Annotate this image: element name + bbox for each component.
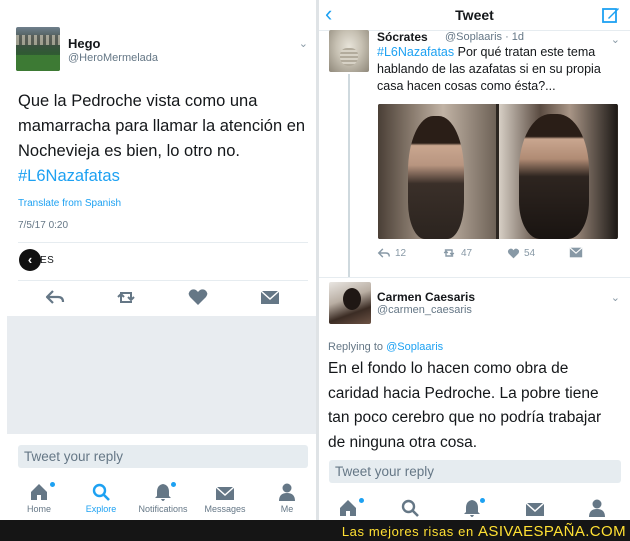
tab-label: Notifications [138,504,188,514]
chevron-down-icon[interactable]: ⌄ [611,291,620,304]
tab-notifications[interactable]: Notifications [128,480,198,514]
tab-notifications[interactable] [437,496,507,518]
bell-icon [128,480,198,502]
compose-icon[interactable] [602,6,620,24]
author-handle[interactable]: @HeroMermelada [68,52,158,64]
tab-label: Messages [204,504,246,514]
dm-action[interactable] [569,247,583,258]
tweet-photo[interactable] [378,104,618,239]
reply-input[interactable]: Tweet your reply [329,460,621,483]
left-screenshot: Hego @HeroMermelada ⌄ Que la Pedroche vi… [0,0,316,520]
envelope-icon [190,480,260,502]
avatar[interactable] [329,30,369,72]
watermark-banner: Las mejores risas en ASIVAESPAÑA.COM [0,520,630,541]
author-handle[interactable]: @carmen_caesaris [377,304,472,316]
tweet-text: Que la Pedroche vista como una mamarrach… [18,89,310,189]
avatar[interactable] [16,27,60,71]
reply-icon[interactable] [43,285,67,309]
retweet-icon[interactable] [114,285,138,309]
retweet-count: 47 [461,247,473,259]
like-action[interactable]: 54 [507,247,535,259]
divider [18,280,308,281]
tab-messages[interactable] [500,496,570,518]
photo-left [378,104,496,239]
search-icon [66,480,136,502]
reply-text: En el fondo lo hacen como obra de carida… [328,360,602,451]
author-name[interactable]: Hego [68,36,101,51]
tab-home[interactable]: Home [4,480,74,514]
envelope-icon[interactable] [258,285,282,309]
notification-dot [359,498,364,503]
bottom-tab-bar [319,496,630,520]
author-handle[interactable]: @Soplaaris · 1d [445,31,524,43]
like-count: 54 [524,247,536,259]
notification-dot [171,482,176,487]
notification-dot [480,498,485,503]
translate-link[interactable]: Translate from Spanish [18,198,121,209]
person-icon [562,496,630,518]
tweet-timestamp: 7/5/17 0:20 [18,220,69,231]
tab-messages[interactable]: Messages [190,480,260,514]
replying-to: Replying to @Soplaaris [328,341,443,353]
notification-dot [50,482,55,487]
replying-to-link[interactable]: @Soplaaris [386,341,443,353]
likes-count-label[interactable]: ES [40,255,54,266]
tab-label: Explore [85,504,117,514]
heart-icon[interactable] [186,285,210,309]
envelope-icon [569,247,583,258]
replying-prefix: Replying to [328,341,384,353]
tweet-actions: 12 47 54 [377,247,623,265]
author-name[interactable]: Sócrates [377,30,428,44]
tab-me[interactable] [562,496,630,518]
person-icon [252,480,316,502]
reply-icon [377,248,390,258]
right-screenshot: ‹ Tweet Sócrates @Soplaaris · 1d ⌄ #L6Na… [319,0,630,520]
bell-icon [437,496,507,518]
author-name[interactable]: Carmen Caesaris [377,290,475,304]
page-title: Tweet [455,7,494,23]
reply-count: 12 [395,247,407,259]
empty-replies-area [7,316,316,434]
envelope-icon [500,496,570,518]
retweet-action[interactable]: 47 [441,247,472,259]
home-icon [319,496,383,518]
hashtag-link[interactable]: #L6Nazafatas [377,45,454,59]
tweet-header: Hego @HeroMermelada ⌄ [16,27,308,71]
reply-action[interactable]: 12 [377,247,406,259]
nav-bar: ‹ Tweet [319,0,630,31]
back-arrow-icon[interactable]: ‹ [19,249,41,271]
reply-input[interactable]: Tweet your reply [18,445,308,468]
thread-line [348,74,350,277]
tweet-actions [0,285,316,311]
search-icon [375,496,445,518]
divider [18,242,308,243]
tab-home[interactable] [319,496,383,518]
tab-explore[interactable]: Explore [66,480,136,514]
tab-me[interactable]: Me [252,480,316,514]
photo-right [499,104,617,239]
divider [319,277,630,278]
hashtag-link[interactable]: #L6Nazafatas [18,167,120,185]
watermark-text: Las mejores risas en ASIVAESPAÑA.COM [342,523,626,540]
watermark-brand: ASIVAESPAÑA.COM [478,523,626,540]
tweet-text: #L6Nazafatas Por qué tratan este tema ha… [377,44,623,95]
heart-icon [507,248,520,259]
tab-label: Me [280,504,294,514]
retweet-icon [443,249,455,257]
bottom-tab-bar: Home Explore Notifications Messages Me [0,480,316,520]
home-icon [4,480,74,502]
tweet-body: Que la Pedroche vista como una mamarrach… [18,92,306,160]
avatar[interactable] [329,282,371,324]
chevron-down-icon[interactable]: ⌄ [299,37,308,50]
tab-explore[interactable] [375,496,445,518]
watermark-prefix: Las mejores risas en [341,524,474,539]
tab-label: Home [26,504,51,514]
